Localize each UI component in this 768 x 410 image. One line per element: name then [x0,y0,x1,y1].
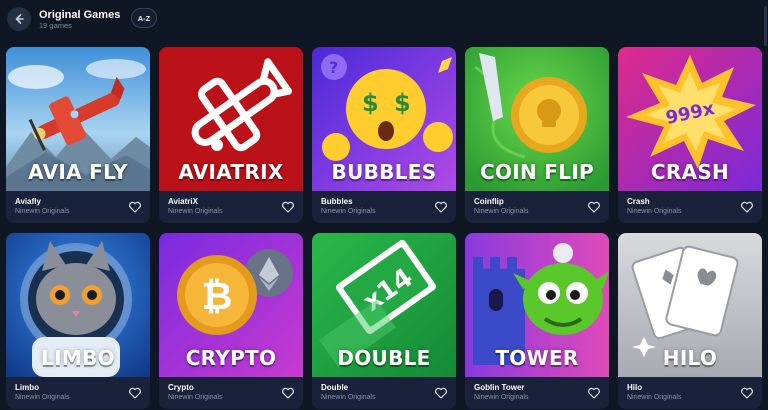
favorite-button[interactable] [740,200,754,214]
game-provider: Ninewin Originals [168,394,223,401]
game-thumbnail: ? $ $ BUBBLES [312,47,456,191]
game-provider: Ninewin Originals [474,208,529,215]
game-art-title: CRYPTO [185,346,277,370]
game-provider: Ninewin Originals [627,208,682,215]
game-art-title: BUBBLES [331,160,437,184]
heart-icon [588,387,600,399]
game-card-aviatrix[interactable]: AVIATRIX AviatriX Ninewin Originals [159,47,303,223]
game-name: Hilo [627,383,643,392]
back-button[interactable] [7,7,31,31]
game-provider: Ninewin Originals [627,394,682,401]
game-thumbnail: HILO [618,233,762,377]
game-card-bubbles[interactable]: ? $ $ BUBBLES Bubbles Ninewin Originals [312,47,456,223]
svg-text:$: $ [394,89,411,117]
game-provider: Ninewin Originals [168,208,223,215]
game-name: Goblin Tower [474,383,525,392]
page-title: Original Games [39,9,121,21]
game-card-aviafly[interactable]: AVIA FLY Aviafly Ninewin Originals [6,47,150,223]
game-info: Bubbles Ninewin Originals [312,191,456,223]
game-name: Limbo [15,383,39,392]
game-thumbnail: ₿ CRYPTO [159,233,303,377]
favorite-button[interactable] [128,200,142,214]
game-art-title: AVIATRIX [178,160,284,184]
games-count: 19 games [39,21,72,30]
heart-icon [741,387,753,399]
game-art-title: LIMBO [41,346,115,370]
favorite-button[interactable] [128,386,142,400]
game-provider: Ninewin Originals [321,208,376,215]
game-card-coinflip[interactable]: COIN FLIP Coinflip Ninewin Originals [465,47,609,223]
heart-icon [435,387,447,399]
game-info: Double Ninewin Originals [312,377,456,409]
heart-icon [282,201,294,213]
favorite-button[interactable] [587,386,601,400]
favorite-button[interactable] [281,200,295,214]
svg-text:?: ? [329,58,338,77]
game-thumbnail: x14 DOUBLE [312,233,456,377]
favorite-button[interactable] [740,386,754,400]
game-name: Bubbles [321,197,353,206]
heart-icon [129,387,141,399]
game-card-crypto[interactable]: ₿ CRYPTO Crypto Ninewin Originals [159,233,303,409]
game-info: Limbo Ninewin Originals [6,377,150,409]
heart-icon [129,201,141,213]
scrollbar[interactable] [764,6,767,46]
game-name: Crypto [168,383,194,392]
game-info: AviatriX Ninewin Originals [159,191,303,223]
heart-icon [435,201,447,213]
game-info: Aviafly Ninewin Originals [6,191,150,223]
game-art-title: DOUBLE [337,346,431,370]
game-provider: Ninewin Originals [15,208,70,215]
game-card-limbo[interactable]: LIMBO Limbo Ninewin Originals [6,233,150,409]
game-thumbnail: COIN FLIP [465,47,609,191]
game-card-hilo[interactable]: HILO Hilo Ninewin Originals [618,233,762,409]
game-provider: Ninewin Originals [474,394,529,401]
game-info: Hilo Ninewin Originals [618,377,762,409]
game-name: AviatriX [168,197,198,206]
page-header: Original Games 19 games A-Z [0,0,768,46]
game-art-title: CRASH [650,160,730,184]
heart-icon [741,201,753,213]
game-art-title: COIN FLIP [479,160,595,184]
favorite-button[interactable] [434,200,448,214]
game-thumbnail: AVIATRIX [159,47,303,191]
favorite-button[interactable] [434,386,448,400]
game-thumbnail: TOWER [465,233,609,377]
game-name: Double [321,383,349,392]
game-name: Crash [627,197,650,206]
heart-icon [282,387,294,399]
game-card-crash[interactable]: 999x CRASH Crash Ninewin Originals [618,47,762,223]
game-thumbnail: 999x CRASH [618,47,762,191]
heart-icon [588,201,600,213]
arrow-left-icon [15,14,24,24]
game-info: Crypto Ninewin Originals [159,377,303,409]
game-info: Coinflip Ninewin Originals [465,191,609,223]
game-card-goblin-tower[interactable]: TOWER Goblin Tower Ninewin Originals [465,233,609,409]
game-thumbnail: LIMBO [6,233,150,377]
game-card-double[interactable]: x14 DOUBLE Double Ninewin Originals [312,233,456,409]
game-name: Aviafly [15,197,41,206]
svg-text:₿: ₿ [202,274,233,318]
favorite-button[interactable] [281,386,295,400]
favorite-button[interactable] [587,200,601,214]
sort-az-button[interactable]: A-Z [131,8,157,28]
game-provider: Ninewin Originals [321,394,376,401]
game-name: Coinflip [474,197,504,206]
game-info: Crash Ninewin Originals [618,191,762,223]
game-info: Goblin Tower Ninewin Originals [465,377,609,409]
game-provider: Ninewin Originals [15,394,70,401]
game-thumbnail: AVIA FLY [6,47,150,191]
game-art-title: AVIA FLY [28,160,128,184]
game-art-title: TOWER [495,346,579,370]
svg-text:$: $ [362,89,379,117]
game-art-title: HILO [662,346,718,370]
